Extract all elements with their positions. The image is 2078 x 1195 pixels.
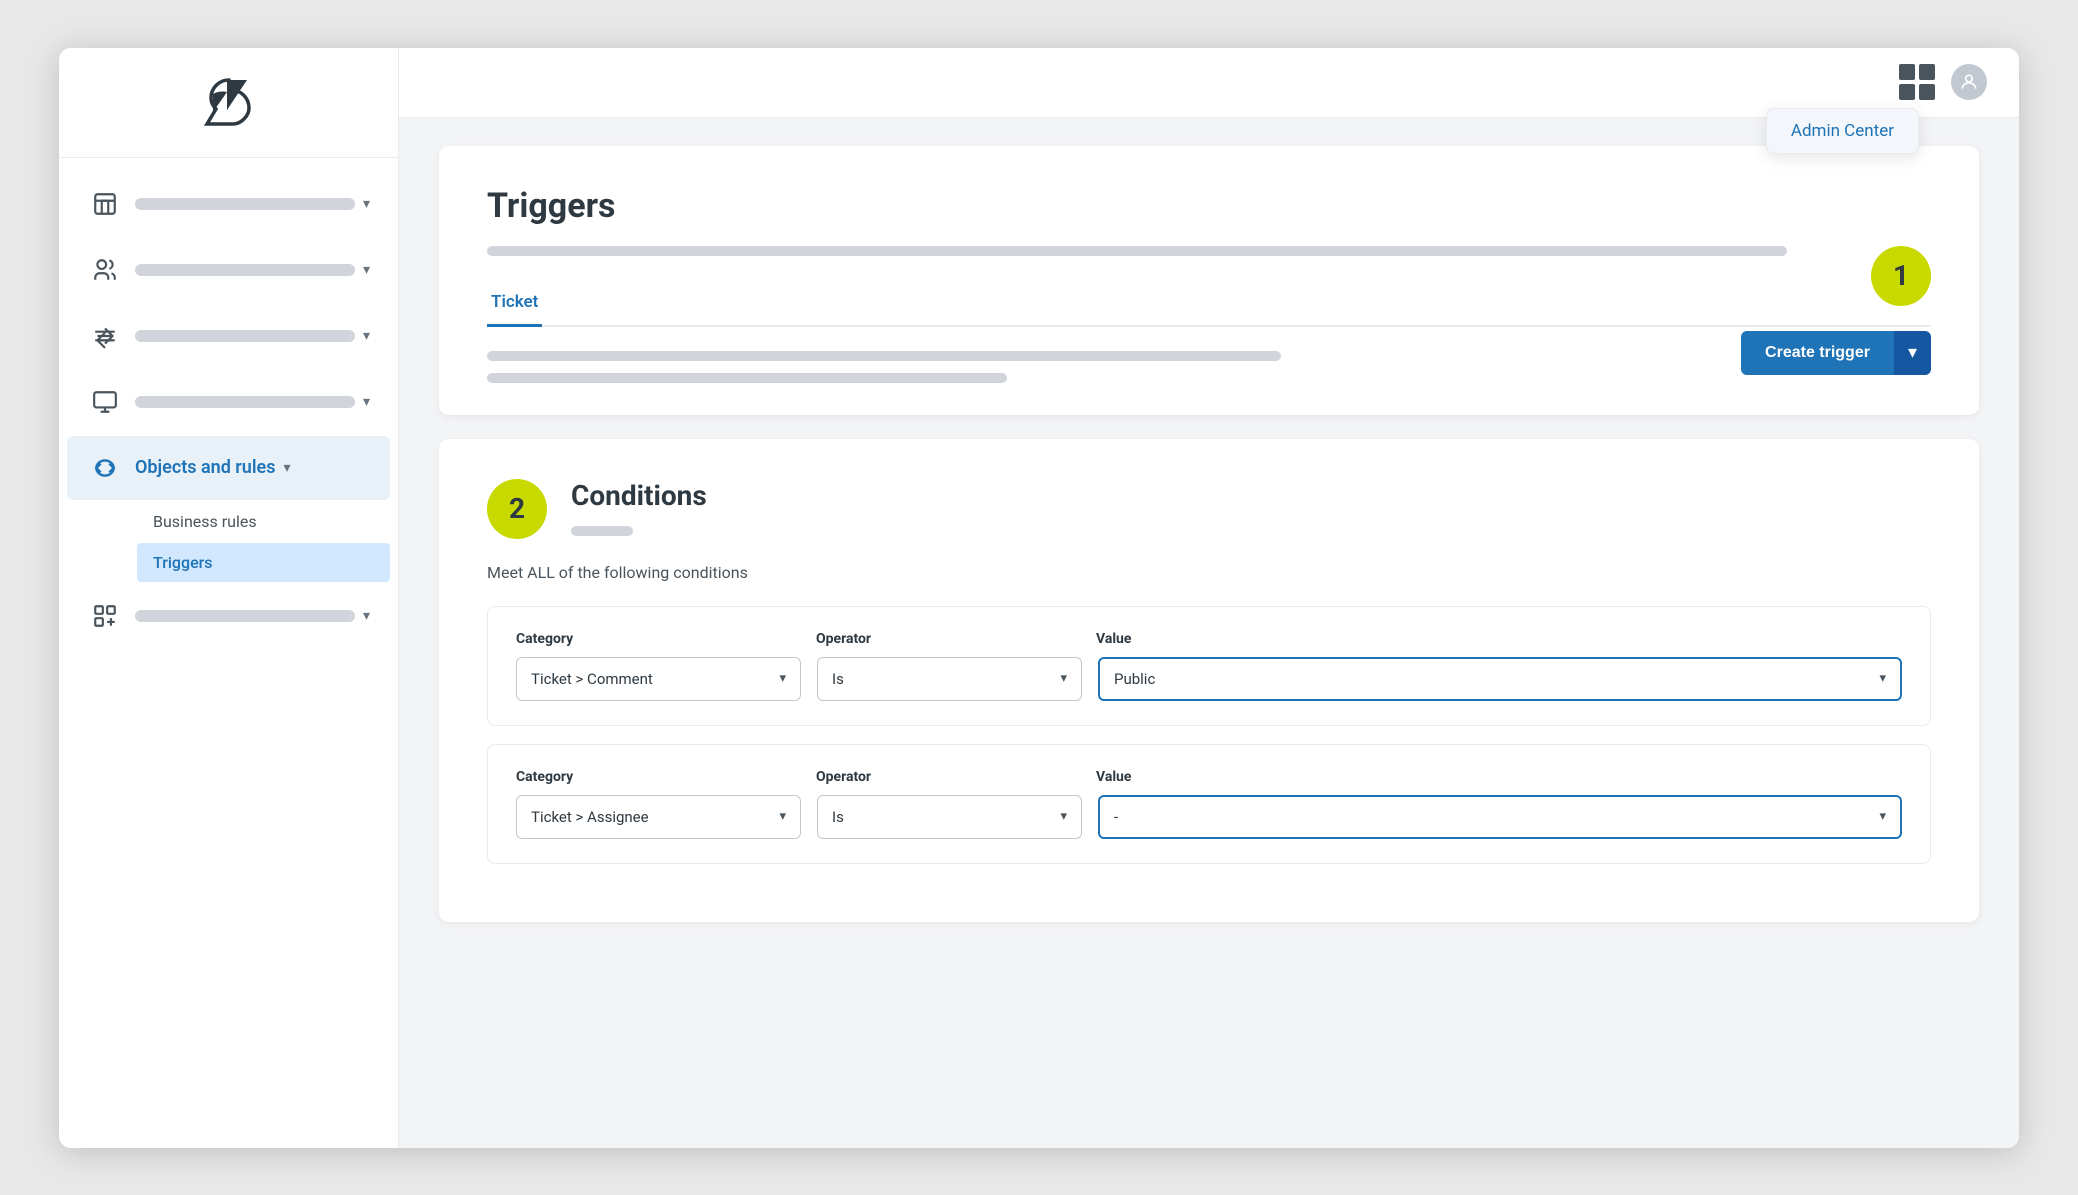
page-title: Triggers: [487, 186, 1931, 226]
category-label-2: Category: [516, 769, 816, 785]
sidebar-item-triggers[interactable]: Triggers: [137, 543, 390, 582]
zendesk-logo: [199, 72, 259, 132]
sidebar-item-label: Objects and rules: [135, 457, 275, 478]
condition-row-2: Category Operator Value Ticket > Assigne…: [487, 744, 1931, 864]
condition-labels-2: Category Operator Value: [516, 769, 1902, 785]
page-wrapper: Triggers Ticket 1 Create trigger ▾: [399, 118, 2019, 1148]
step-2-badge: 2: [487, 479, 547, 539]
value-label-1: Value: [1096, 631, 1902, 647]
nav-label-bar-monitor: [135, 396, 355, 408]
value-select-inner-1: Public ▾: [1114, 670, 1886, 688]
triggers-card: Triggers Ticket 1 Create trigger ▾: [439, 146, 1979, 415]
chevron-down-icon: ▾: [363, 196, 370, 212]
sidebar-item-home[interactable]: ▾: [67, 172, 390, 236]
conditions-header: 2 Conditions: [487, 479, 1931, 539]
sidebar-item-monitor[interactable]: ▾: [67, 370, 390, 434]
sidebar-item-objects-rules[interactable]: Objects and rules ▾: [67, 436, 390, 500]
admin-center-link[interactable]: Admin Center: [1791, 121, 1894, 141]
loading-bar-1: [487, 351, 1281, 361]
sidebar-item-people[interactable]: ▾: [67, 238, 390, 302]
category-value-2: Ticket > Assignee: [531, 808, 649, 826]
condition-fields-2: Ticket > Assignee ▾ Is ▾: [516, 795, 1902, 839]
value-value-1: Public: [1114, 670, 1155, 688]
meet-all-text: Meet ALL of the following conditions: [487, 563, 1931, 582]
monitor-icon: [87, 384, 123, 420]
chevron-down-icon: ▾: [363, 262, 370, 278]
loading-bar-full: [487, 246, 1787, 256]
loading-bar-2: [487, 373, 1007, 383]
admin-center-dropdown: Admin Center: [1766, 108, 1919, 154]
people-icon: [87, 252, 123, 288]
chevron-down-icon: ▾: [283, 460, 290, 476]
conditions-title: Conditions: [571, 479, 707, 512]
category-select-inner-1: Ticket > Comment ▾: [531, 670, 786, 688]
conditions-header-text: Conditions: [571, 479, 707, 536]
chevron-down-icon: ▾: [363, 608, 370, 624]
operator-select-1[interactable]: Is ▾: [817, 657, 1082, 701]
category-select-inner-2: Ticket > Assignee ▾: [531, 808, 786, 826]
nav-label-bar-people: [135, 264, 355, 276]
step-1-badge: 1: [1871, 246, 1931, 306]
operator-chevron-2: ▾: [1060, 809, 1067, 824]
category-label-1: Category: [516, 631, 816, 647]
sidebar-item-arrows[interactable]: ▾: [67, 304, 390, 368]
grid-menu-icon[interactable]: [1899, 64, 1935, 100]
create-trigger-btn: Create trigger ▾: [1741, 331, 1931, 375]
grid-cell-3: [1899, 84, 1915, 100]
top-bar: Admin Center: [399, 48, 2019, 118]
conditions-card: 2 Conditions Meet ALL of the following c…: [439, 439, 1979, 922]
category-select-1[interactable]: Ticket > Comment ▾: [516, 657, 801, 701]
operator-value-1: Is: [832, 670, 844, 688]
sidebar-item-business-rules[interactable]: Business rules: [137, 502, 390, 541]
chevron-down-icon: ▾: [363, 394, 370, 410]
operator-label-2: Operator: [816, 769, 1096, 785]
objects-rules-icon: [87, 450, 123, 486]
create-trigger-dropdown-button[interactable]: ▾: [1894, 331, 1931, 375]
value-select-1[interactable]: Public ▾: [1098, 657, 1902, 701]
nav-label-bar-home: [135, 198, 355, 210]
condition-row-1: Category Operator Value Ticket > Comment…: [487, 606, 1931, 726]
create-trigger-main-button[interactable]: Create trigger: [1741, 331, 1894, 375]
operator-label-1: Operator: [816, 631, 1096, 647]
chevron-down-icon: ▾: [363, 328, 370, 344]
main-content: Admin Center Triggers Ticket 1 Create tr: [399, 48, 2019, 1148]
sidebar-nav: ▾ ▾: [59, 158, 398, 1148]
sidebar-item-apps[interactable]: ▾: [67, 584, 390, 648]
category-select-2[interactable]: Ticket > Assignee ▾: [516, 795, 801, 839]
grid-cell-2: [1919, 64, 1935, 80]
condition-fields-1: Ticket > Comment ▾ Is ▾: [516, 657, 1902, 701]
conditions-loading-bar: [571, 526, 633, 536]
user-avatar[interactable]: [1951, 64, 1987, 100]
operator-select-inner-1: Is ▾: [832, 670, 1067, 688]
category-value-1: Ticket > Comment: [531, 670, 653, 688]
value-chevron-2: ▾: [1879, 809, 1886, 824]
value-select-2[interactable]: - ▾: [1098, 795, 1902, 839]
value-label-2: Value: [1096, 769, 1902, 785]
sub-nav: Business rules Triggers: [59, 502, 398, 582]
category-chevron-1: ▾: [779, 671, 786, 686]
app-container: ▾ ▾: [59, 48, 2019, 1148]
arrows-icon: [87, 318, 123, 354]
tab-ticket[interactable]: Ticket: [487, 280, 542, 327]
value-select-inner-2: - ▾: [1114, 808, 1886, 826]
grid-cell-1: [1899, 64, 1915, 80]
apps-icon: [87, 598, 123, 634]
nav-label-bar-arrows: [135, 330, 355, 342]
condition-labels-1: Category Operator Value: [516, 631, 1902, 647]
category-chevron-2: ▾: [779, 809, 786, 824]
sidebar-logo: [59, 48, 398, 158]
tabs-row: Ticket: [487, 280, 1931, 327]
operator-select-inner-2: Is ▾: [832, 808, 1067, 826]
operator-value-2: Is: [832, 808, 844, 826]
sidebar: ▾ ▾: [59, 48, 399, 1148]
value-value-2: -: [1114, 808, 1118, 826]
value-chevron-1: ▾: [1879, 671, 1886, 686]
nav-label-bar-apps: [135, 610, 355, 622]
building-icon: [87, 186, 123, 222]
grid-cell-4: [1919, 84, 1935, 100]
operator-chevron-1: ▾: [1060, 671, 1067, 686]
operator-select-2[interactable]: Is ▾: [817, 795, 1082, 839]
